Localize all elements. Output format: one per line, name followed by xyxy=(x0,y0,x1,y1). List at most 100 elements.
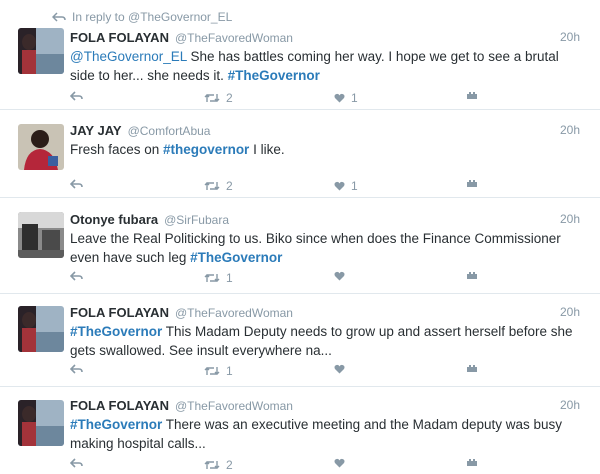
like-icon xyxy=(334,181,345,191)
like-icon xyxy=(334,458,345,468)
tweet-text: Fresh faces on #thegovernor I like. xyxy=(70,140,580,159)
tweet-text: #TheGovernor There was an executive meet… xyxy=(70,415,580,453)
timestamp[interactable]: 20h xyxy=(560,212,580,226)
user-name[interactable]: Otonye fubara xyxy=(70,212,158,227)
user-name[interactable]: FOLA FOLAYAN xyxy=(70,305,169,320)
tweet-text: @TheGovernor_EL She has battles coming h… xyxy=(70,47,580,85)
reply-icon xyxy=(70,179,83,189)
retweet-icon xyxy=(204,461,220,469)
hashtag-link[interactable]: #TheGovernor xyxy=(190,250,282,265)
reply-button[interactable] xyxy=(70,91,83,101)
timestamp[interactable]: 20h xyxy=(560,305,580,319)
tweet-header: Otonye fubara @SirFubara 20h xyxy=(70,212,580,228)
mention-link[interactable]: @TheGovernor_EL xyxy=(70,49,187,64)
retweet-button[interactable]: 2 xyxy=(204,458,233,472)
retweet-button[interactable]: 2 xyxy=(204,91,233,105)
tweet[interactable]: FOLA FOLAYAN @TheFavoredWoman 20h #TheGo… xyxy=(0,295,600,387)
tweet-text-segment: I like. xyxy=(249,142,285,157)
retweet-count: 2 xyxy=(226,458,233,472)
like-button[interactable] xyxy=(334,364,351,374)
avatar[interactable] xyxy=(18,306,64,352)
tweet-header: FOLA FOLAYAN @TheFavoredWoman 20h xyxy=(70,305,580,321)
more-icon xyxy=(467,365,477,372)
timestamp[interactable]: 20h xyxy=(560,123,580,137)
user-handle[interactable]: @ComfortAbua xyxy=(128,124,211,138)
tweet-text: Leave the Real Politicking to us. Biko s… xyxy=(70,229,580,267)
more-button[interactable] xyxy=(466,271,478,281)
user-name[interactable]: FOLA FOLAYAN xyxy=(70,398,169,413)
user-handle[interactable]: @TheFavoredWoman xyxy=(175,31,293,45)
tweet[interactable]: In reply to @TheGovernor_EL FOLA FOLAYAN… xyxy=(0,0,600,110)
tweet-header: FOLA FOLAYAN @TheFavoredWoman 20h xyxy=(70,30,580,46)
reply-icon xyxy=(70,271,83,281)
like-button[interactable] xyxy=(334,271,351,281)
avatar[interactable] xyxy=(18,28,64,74)
hashtag-link[interactable]: #TheGovernor xyxy=(228,68,320,83)
like-button[interactable]: 1 xyxy=(334,179,358,193)
tweet-header: JAY JAY @ComfortAbua 20h xyxy=(70,123,580,139)
tweet-feed: In reply to @TheGovernor_EL FOLA FOLAYAN… xyxy=(0,0,600,474)
reply-context-text: In reply to @TheGovernor_EL xyxy=(72,10,233,24)
retweet-icon xyxy=(204,182,220,190)
avatar[interactable] xyxy=(18,124,64,170)
like-count: 1 xyxy=(351,179,358,193)
more-icon xyxy=(467,92,477,99)
retweet-count: 1 xyxy=(226,271,233,285)
tweet-header: FOLA FOLAYAN @TheFavoredWoman 20h xyxy=(70,398,580,414)
reply-icon xyxy=(70,91,83,101)
reply-button[interactable] xyxy=(70,271,83,281)
tweet-actions: 1 xyxy=(70,271,490,285)
retweet-button[interactable]: 1 xyxy=(204,271,233,285)
hashtag-link[interactable]: #thegovernor xyxy=(163,142,249,157)
user-handle[interactable]: @TheFavoredWoman xyxy=(175,306,293,320)
hashtag-link[interactable]: #TheGovernor xyxy=(70,417,162,432)
like-button[interactable] xyxy=(334,458,351,468)
tweet[interactable]: FOLA FOLAYAN @TheFavoredWoman 20h #TheGo… xyxy=(0,388,600,474)
retweet-count: 2 xyxy=(226,179,233,193)
tweet-actions: 1 xyxy=(70,364,490,378)
tweet[interactable]: JAY JAY @ComfortAbua 20h Fresh faces on … xyxy=(0,111,600,198)
user-name[interactable]: JAY JAY xyxy=(70,123,122,138)
tweet[interactable]: Otonye fubara @SirFubara 20h Leave the R… xyxy=(0,199,600,294)
more-button[interactable] xyxy=(466,364,478,374)
more-icon xyxy=(467,180,477,187)
like-button[interactable]: 1 xyxy=(334,91,358,105)
retweet-count: 1 xyxy=(226,364,233,378)
like-icon xyxy=(334,364,345,374)
tweet-text-segment: Fresh faces on xyxy=(70,142,164,157)
avatar[interactable] xyxy=(18,400,64,446)
tweet-actions: 2 1 xyxy=(70,179,490,193)
reply-icon xyxy=(70,364,83,374)
reply-context[interactable]: In reply to @TheGovernor_EL xyxy=(52,10,232,24)
like-icon xyxy=(334,93,345,103)
tweet-actions: 2 1 xyxy=(70,91,490,105)
hashtag-link[interactable]: #TheGovernor xyxy=(70,324,162,339)
like-icon xyxy=(334,271,345,281)
avatar[interactable] xyxy=(18,212,64,258)
reply-button[interactable] xyxy=(70,179,83,189)
more-icon xyxy=(467,459,477,466)
more-button[interactable] xyxy=(466,458,478,468)
more-button[interactable] xyxy=(466,179,478,189)
like-count: 1 xyxy=(351,91,358,105)
reply-button[interactable] xyxy=(70,458,83,468)
user-name[interactable]: FOLA FOLAYAN xyxy=(70,30,169,45)
retweet-icon xyxy=(204,367,220,375)
timestamp[interactable]: 20h xyxy=(560,30,580,44)
tweet-text: #TheGovernor This Madam Deputy needs to … xyxy=(70,322,580,360)
timestamp[interactable]: 20h xyxy=(560,398,580,412)
user-handle[interactable]: @SirFubara xyxy=(164,213,229,227)
reply-arrow-icon xyxy=(52,12,66,22)
more-icon xyxy=(467,272,477,279)
retweet-button[interactable]: 2 xyxy=(204,179,233,193)
more-button[interactable] xyxy=(466,91,478,101)
retweet-icon xyxy=(204,94,220,102)
tweet-actions: 2 xyxy=(70,458,490,472)
reply-button[interactable] xyxy=(70,364,83,374)
retweet-button[interactable]: 1 xyxy=(204,364,233,378)
retweet-count: 2 xyxy=(226,91,233,105)
user-handle[interactable]: @TheFavoredWoman xyxy=(175,399,293,413)
reply-icon xyxy=(70,458,83,468)
tweet-text-segment: Leave the Real Politicking to us. Biko s… xyxy=(70,231,561,265)
retweet-icon xyxy=(204,274,220,282)
